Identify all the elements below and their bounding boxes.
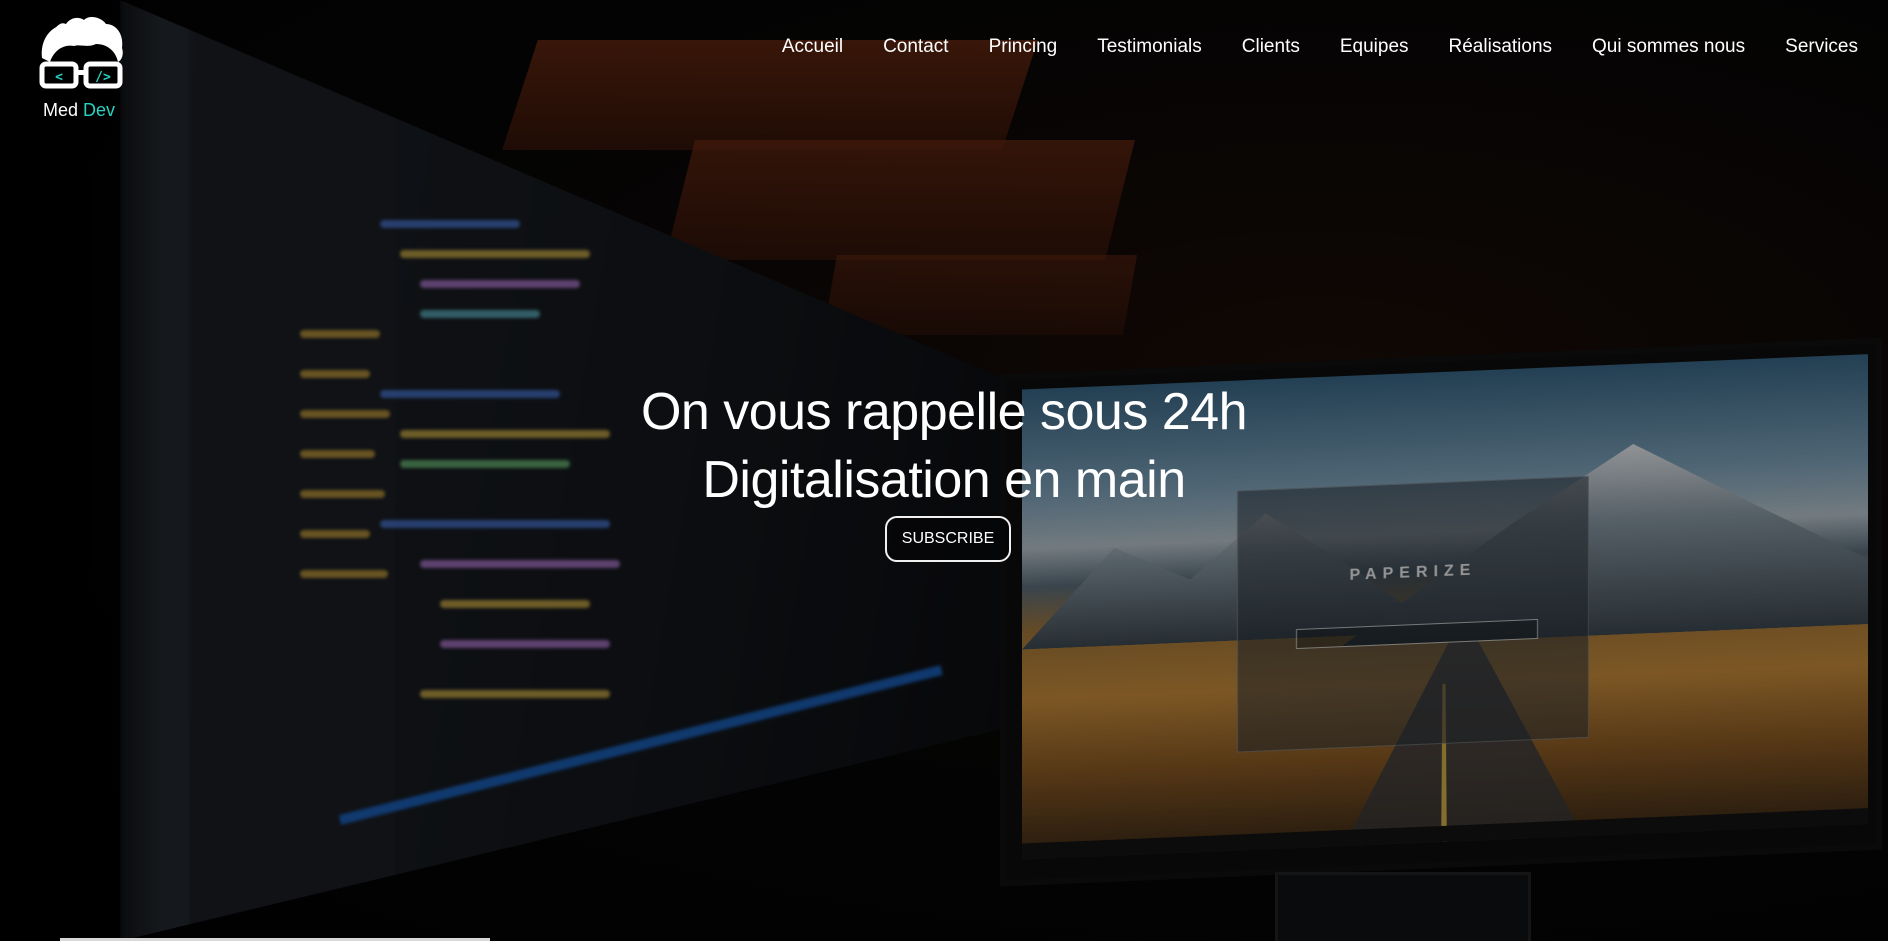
hero-section: PAPERIZE < /> Med Dev Accueil Contact Pr… <box>0 0 1888 941</box>
nav-link-testimonials[interactable]: Testimonials <box>1077 36 1222 58</box>
main-navigation: Accueil Contact Princing Testimonials Cl… <box>762 36 1878 58</box>
nav-link-contact[interactable]: Contact <box>863 36 968 58</box>
hero-headline: On vous rappelle sous 24h Digitalisation… <box>0 378 1888 514</box>
nav-link-clients[interactable]: Clients <box>1222 36 1320 58</box>
brand-name-part2: Dev <box>83 100 116 120</box>
nav-link-services[interactable]: Services <box>1765 36 1878 58</box>
hero-headline-line2: Digitalisation en main <box>702 451 1186 509</box>
subscribe-button[interactable]: SUBSCRIBE <box>885 516 1011 562</box>
nav-link-pricing[interactable]: Princing <box>969 36 1078 58</box>
nav-link-accueil[interactable]: Accueil <box>762 36 863 58</box>
hair-glasses-logo-icon: < /> <box>39 17 123 89</box>
brand-name: Med Dev <box>43 100 115 121</box>
brand-name-part1: Med <box>43 100 79 120</box>
svg-text:<: < <box>55 70 63 85</box>
hero-headline-line1: On vous rappelle sous 24h <box>640 383 1248 441</box>
nav-link-about[interactable]: Qui sommes nous <box>1572 36 1765 58</box>
nav-link-realisations[interactable]: Réalisations <box>1429 36 1573 58</box>
nav-link-equipes[interactable]: Equipes <box>1320 36 1429 58</box>
brand-logo[interactable]: < /> Med Dev <box>36 14 126 124</box>
svg-text:/>: /> <box>95 70 111 85</box>
